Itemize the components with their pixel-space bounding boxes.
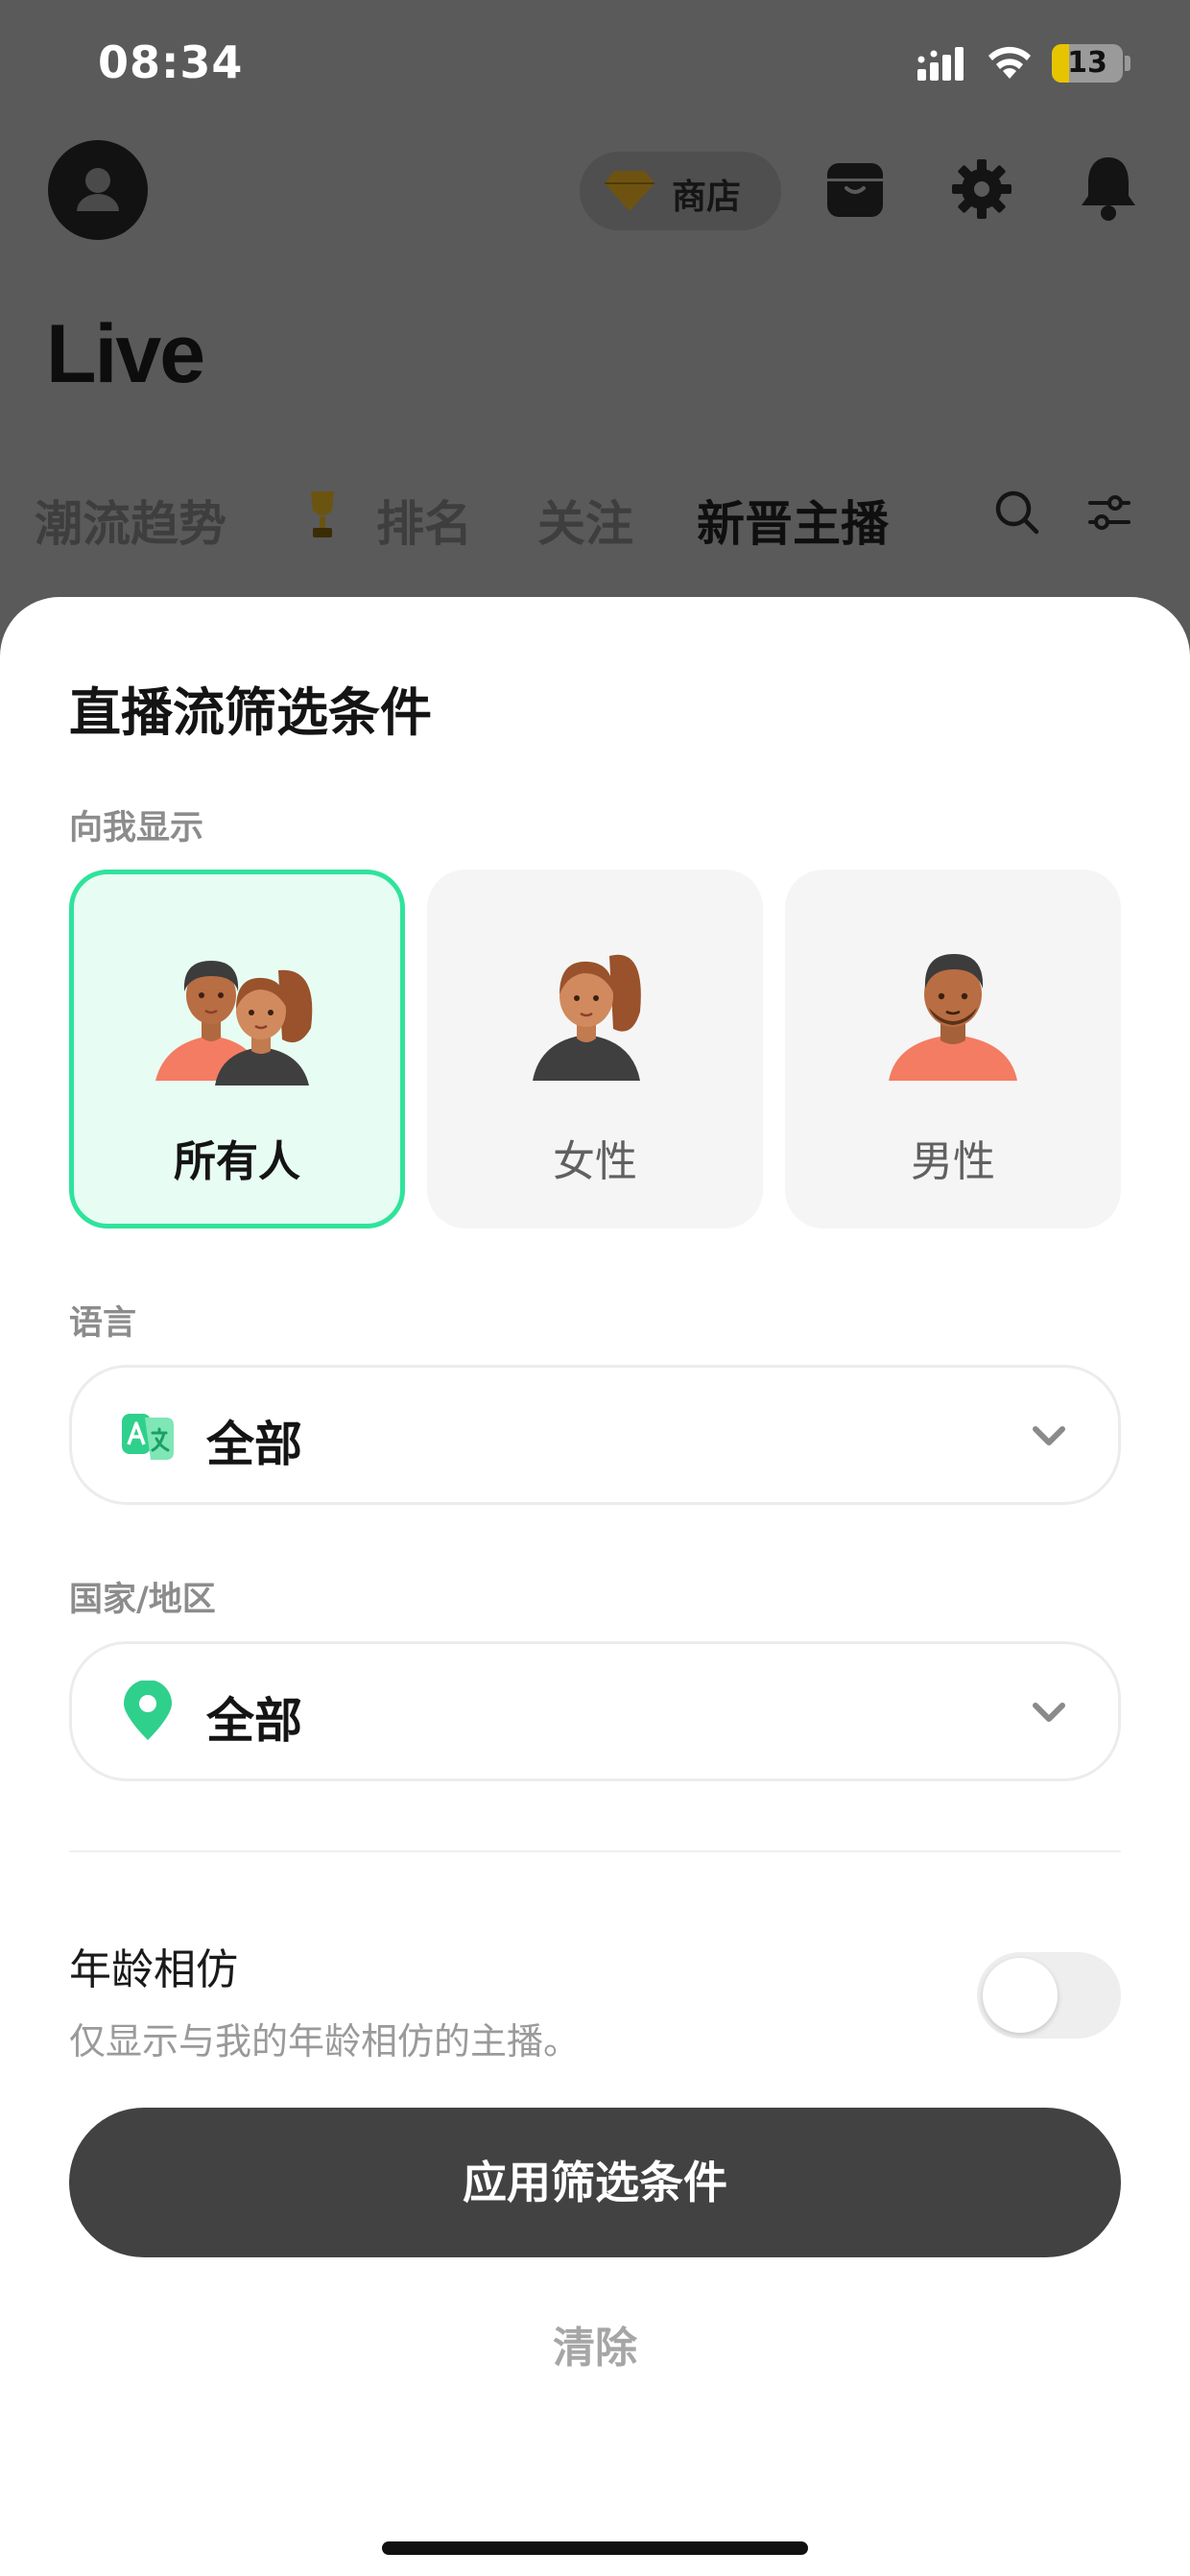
bell-icon[interactable] bbox=[1079, 154, 1138, 223]
language-label: 语言 bbox=[69, 1304, 137, 1343]
page-title: Live bbox=[46, 308, 205, 400]
store-label: 商店 bbox=[672, 178, 742, 217]
male-avatar-icon bbox=[889, 954, 1017, 1081]
user-icon bbox=[77, 168, 119, 211]
sheet-title: 直播流筛选条件 bbox=[69, 682, 432, 743]
gender-option-label: 所有人 bbox=[174, 1137, 300, 1186]
diamond-icon bbox=[605, 171, 654, 211]
battery-cap bbox=[1125, 56, 1130, 71]
gender-option-label: 男性 bbox=[911, 1137, 995, 1186]
age-filter-description: 仅显示与我的年龄相仿的主播。 bbox=[69, 2020, 581, 2063]
translate-icon bbox=[122, 1414, 174, 1460]
wifi-icon bbox=[988, 46, 1031, 79]
female-avatar-icon bbox=[533, 954, 641, 1081]
tab-new-streamers[interactable]: 新晋主播 bbox=[697, 486, 889, 555]
gender-section-label: 向我显示 bbox=[69, 809, 204, 847]
tab-following[interactable]: 关注 bbox=[537, 486, 633, 555]
country-label: 国家/地区 bbox=[69, 1581, 216, 1619]
country-dropdown[interactable]: 全部 bbox=[69, 1641, 1121, 1781]
trophy-icon bbox=[311, 491, 334, 537]
tab-ranking[interactable]: 排名 bbox=[376, 486, 472, 555]
filter-icon[interactable] bbox=[1088, 493, 1130, 532]
home-indicator[interactable] bbox=[382, 2541, 808, 2555]
chevron-down-icon bbox=[1033, 1703, 1065, 1722]
apply-filters-button[interactable]: 应用筛选条件 bbox=[69, 2108, 1121, 2257]
toggle-knob bbox=[983, 1958, 1058, 2033]
gender-option-label: 女性 bbox=[553, 1137, 637, 1186]
age-filter-title: 年龄相仿 bbox=[69, 1945, 238, 1994]
language-value: 全部 bbox=[206, 1417, 302, 1472]
gender-option-male[interactable]: 男性 bbox=[785, 870, 1121, 1228]
language-dropdown[interactable]: 全部 bbox=[69, 1365, 1121, 1505]
country-value: 全部 bbox=[206, 1693, 302, 1749]
gear-icon[interactable] bbox=[952, 159, 1012, 219]
gender-option-everyone[interactable]: 所有人 bbox=[69, 870, 405, 1228]
signal-icon bbox=[917, 47, 964, 81]
search-icon[interactable] bbox=[994, 489, 1040, 536]
location-pin-icon bbox=[124, 1681, 172, 1740]
status-time: 08:34 bbox=[98, 36, 244, 88]
status-bar: 08:34 13 bbox=[0, 0, 1190, 125]
section-divider bbox=[69, 1850, 1121, 1852]
gender-option-female[interactable]: 女性 bbox=[427, 870, 763, 1228]
tab-trending[interactable]: 潮流趋势 bbox=[35, 486, 226, 555]
chevron-down-icon bbox=[1033, 1426, 1065, 1445]
profile-avatar[interactable] bbox=[48, 140, 148, 240]
battery-percent: 13 bbox=[1067, 46, 1107, 80]
inbox-icon[interactable] bbox=[825, 159, 885, 221]
everyone-avatar-icon bbox=[155, 961, 313, 1085]
clear-button[interactable]: 清除 bbox=[403, 2313, 787, 2380]
